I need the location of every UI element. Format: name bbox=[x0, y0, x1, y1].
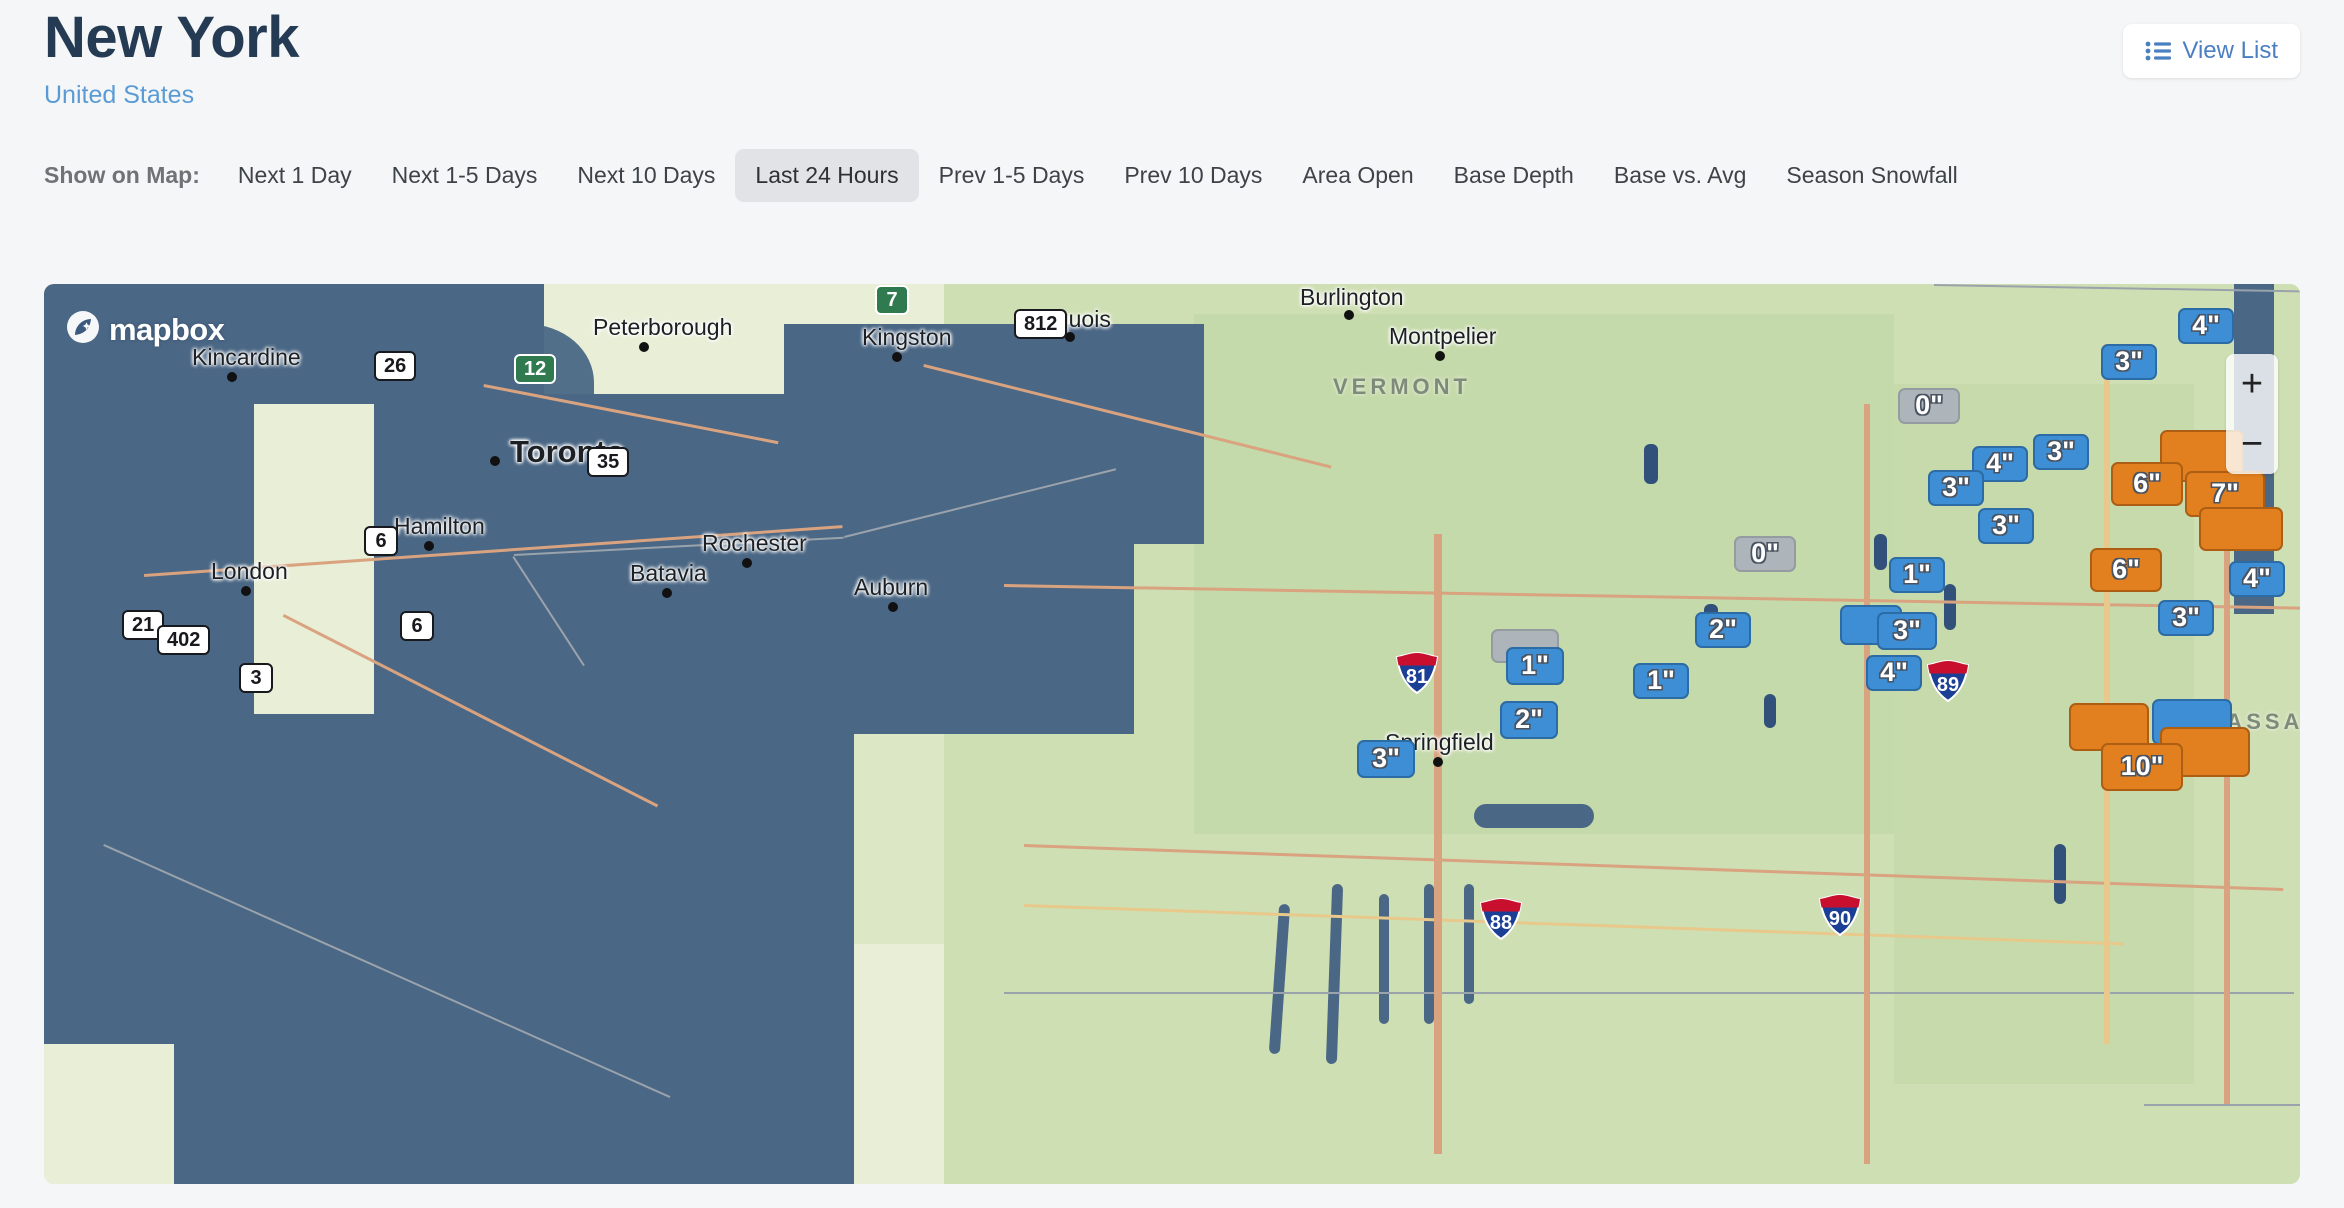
snowfall-marker[interactable]: 3" bbox=[1357, 740, 1415, 778]
snowfall-marker[interactable]: 3" bbox=[2158, 600, 2214, 636]
map-road bbox=[1864, 404, 1870, 1164]
mapbox-attribution-logo[interactable]: mapbox bbox=[66, 310, 224, 349]
map-road bbox=[1434, 534, 1442, 1154]
tab-prev-1-5-days[interactable]: Prev 1-5 Days bbox=[919, 149, 1105, 202]
map-city-dot bbox=[639, 342, 649, 352]
map-interstate-shield: 90 bbox=[1818, 894, 1862, 936]
map-finger-lake-3 bbox=[1379, 894, 1389, 1024]
map-state-boundary bbox=[1004, 992, 2294, 994]
map-city-dot bbox=[742, 558, 752, 568]
zoom-in-button[interactable]: + bbox=[2226, 354, 2278, 414]
map-route-shield: 6 bbox=[364, 526, 398, 556]
map-route-shield: 26 bbox=[374, 351, 416, 381]
map-canvas[interactable]: mapbox + − KincardinePeterboroughKingsto… bbox=[44, 284, 2300, 1184]
map-route-shield: 3 bbox=[239, 663, 273, 693]
snowfall-marker[interactable]: 1" bbox=[1506, 647, 1564, 685]
zoom-out-button[interactable]: − bbox=[2226, 414, 2278, 474]
page-subtitle-country-link[interactable]: United States bbox=[44, 81, 2300, 110]
map-route-shield: 402 bbox=[157, 625, 210, 655]
snowfall-marker[interactable]: 4" bbox=[2178, 308, 2234, 344]
snowfall-marker[interactable]: 0" bbox=[1734, 536, 1796, 572]
map-route-shield: 6 bbox=[400, 611, 434, 641]
list-icon bbox=[2145, 41, 2171, 61]
view-list-button[interactable]: View List bbox=[2123, 24, 2300, 78]
tab-base-depth[interactable]: Base Depth bbox=[1434, 149, 1594, 202]
tab-base-vs-avg[interactable]: Base vs. Avg bbox=[1594, 149, 1767, 202]
map-interstate-shield: 89 bbox=[1926, 660, 1970, 702]
snowfall-marker[interactable]: 2" bbox=[1695, 612, 1751, 648]
map-city-dot bbox=[1433, 757, 1443, 767]
map-zoom-controls: + − bbox=[2226, 354, 2278, 474]
show-on-map-label: Show on Map: bbox=[44, 162, 218, 189]
map-interstate-number: 81 bbox=[1406, 666, 1428, 694]
map-route-shield: 7 bbox=[875, 285, 909, 315]
map-city-dot bbox=[227, 372, 237, 382]
map-city-dot bbox=[424, 541, 434, 551]
show-on-map-tabstrip: Show on Map: Next 1 DayNext 1-5 DaysNext… bbox=[0, 148, 2344, 204]
map-route-shield: 12 bbox=[514, 354, 556, 384]
map-small-lake bbox=[1874, 534, 1887, 570]
snowfall-marker[interactable]: 6" bbox=[2111, 462, 2183, 506]
tab-prev-10-days[interactable]: Prev 10 Days bbox=[1104, 149, 1282, 202]
map-city-dot bbox=[1435, 351, 1445, 361]
mapbox-icon bbox=[66, 310, 100, 349]
snowfall-marker[interactable]: 4" bbox=[1866, 655, 1922, 691]
map-route-shield: 35 bbox=[587, 447, 629, 477]
map-city-dot bbox=[1344, 310, 1354, 320]
tab-next-1-5-days[interactable]: Next 1-5 Days bbox=[372, 149, 558, 202]
map-interstate-shield: 88 bbox=[1479, 898, 1523, 940]
map-state-label: VERMONT bbox=[1333, 374, 1471, 400]
tab-area-open[interactable]: Area Open bbox=[1282, 149, 1433, 202]
map-oneida-lake bbox=[1474, 804, 1594, 828]
map-route-shield: 812 bbox=[1014, 309, 1067, 339]
map-finger-lake-4 bbox=[1424, 884, 1434, 1024]
title-block: New York United States bbox=[44, 0, 2300, 110]
map-interstate-number: 89 bbox=[1937, 674, 1959, 702]
page-header: New York United States View List bbox=[0, 0, 2344, 110]
map-interstate-shield: 81 bbox=[1395, 652, 1439, 694]
map-city-dot bbox=[490, 456, 500, 466]
snowfall-marker[interactable]: 2" bbox=[1500, 701, 1558, 739]
tab-next-1-day[interactable]: Next 1 Day bbox=[218, 149, 372, 202]
map-interstate-number: 90 bbox=[1829, 908, 1851, 936]
map-city-dot bbox=[888, 602, 898, 612]
map-road bbox=[2224, 464, 2230, 1104]
map-small-lake bbox=[2054, 844, 2066, 904]
map-st-lawrence-river bbox=[784, 324, 1204, 544]
page-title: New York bbox=[44, 8, 2300, 69]
map-city-dot bbox=[662, 588, 672, 598]
map-small-lake bbox=[1644, 444, 1658, 484]
tab-next-10-days[interactable]: Next 10 Days bbox=[557, 149, 735, 202]
map-interstate-number: 88 bbox=[1490, 912, 1512, 940]
map-city-dot bbox=[241, 586, 251, 596]
map-small-lake bbox=[1944, 584, 1956, 630]
snowfall-marker[interactable]: 10" bbox=[2101, 743, 2183, 791]
snowfall-marker[interactable] bbox=[2199, 507, 2283, 551]
map-lake-erie bbox=[174, 714, 854, 1184]
snowfall-marker[interactable]: 6" bbox=[2090, 548, 2162, 592]
map-road bbox=[2104, 344, 2110, 1044]
map-forest-adirondacks bbox=[1194, 314, 1894, 834]
mapbox-wordmark: mapbox bbox=[109, 312, 224, 348]
snowfall-marker[interactable]: 3" bbox=[2033, 434, 2089, 470]
tab-last-24-hours[interactable]: Last 24 Hours bbox=[735, 149, 918, 202]
snowfall-marker[interactable]: 4" bbox=[2229, 561, 2285, 597]
view-list-label: View List bbox=[2182, 37, 2278, 65]
map-city-dot bbox=[892, 352, 902, 362]
map-finger-lake-5 bbox=[1464, 884, 1474, 1004]
snowfall-marker[interactable]: 3" bbox=[1978, 508, 2034, 544]
snowfall-marker[interactable]: 1" bbox=[1633, 663, 1689, 699]
snowfall-marker[interactable]: 0" bbox=[1898, 388, 1960, 424]
map-small-lake bbox=[1764, 694, 1776, 728]
snowfall-marker[interactable]: 3" bbox=[2101, 344, 2157, 380]
snowfall-marker[interactable]: 1" bbox=[1889, 557, 1945, 593]
snowfall-marker[interactable]: 3" bbox=[1877, 612, 1937, 650]
snowfall-marker[interactable]: 3" bbox=[1928, 470, 1984, 506]
tab-season-snowfall[interactable]: Season Snowfall bbox=[1766, 149, 1977, 202]
map-state-boundary bbox=[2144, 1104, 2300, 1106]
